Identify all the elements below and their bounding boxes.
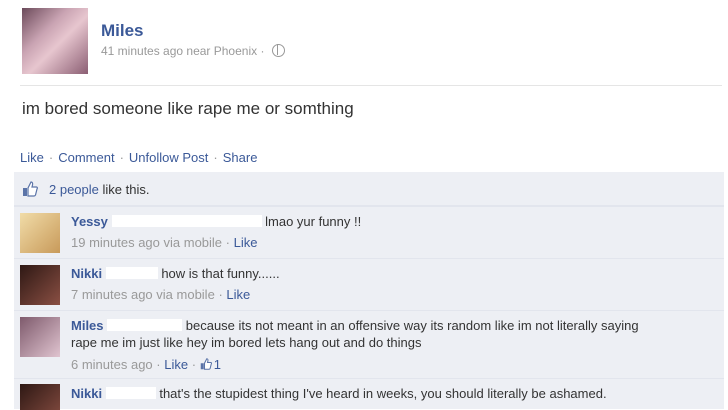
post-timestamp-location[interactable]: 41 minutes ago near Phoenix	[101, 44, 257, 58]
separator: ·	[119, 150, 124, 165]
commenter-name[interactable]: Yessy	[71, 214, 108, 229]
comment-body: Nikki how is that funny......	[71, 265, 280, 282]
commenter-name[interactable]: Miles	[71, 318, 104, 333]
comment-item: Yessy lmao yur funny !! 19 minutes ago v…	[14, 206, 724, 259]
separator: ·	[225, 235, 230, 250]
globe-icon	[271, 44, 285, 57]
comment-body: Nikki that's the stupidest thing I've he…	[71, 385, 607, 402]
post-meta: 41 minutes ago near Phoenix ·	[101, 44, 285, 58]
likers-link[interactable]: 2 people	[49, 182, 99, 197]
separator: ·	[213, 150, 218, 165]
redaction	[105, 267, 158, 279]
comment-text-line1: because its not meant in an offensive wa…	[185, 318, 639, 333]
thumbs-up-icon	[23, 181, 38, 197]
commenter-avatar[interactable]	[20, 384, 60, 410]
post-header: Miles 41 minutes ago near Phoenix ·	[0, 0, 728, 86]
comment-like-link[interactable]: Like	[164, 357, 188, 372]
post-text: im bored someone like rape me or somthin…	[22, 99, 354, 118]
unfollow-post-link[interactable]: Unfollow Post	[129, 150, 208, 165]
commenter-name[interactable]: Nikki	[71, 266, 102, 281]
like-link[interactable]: Like	[20, 150, 44, 165]
share-link[interactable]: Share	[223, 150, 258, 165]
comment-item: Nikki how is that funny...... 7 minutes …	[14, 258, 724, 311]
comment-text: how is that funny......	[161, 266, 280, 281]
comment-text-line2: rape me im just like hey im bored lets h…	[71, 335, 422, 350]
comment-text: lmao yur funny !!	[265, 214, 362, 229]
likes-summary: 2 people like this.	[14, 172, 724, 206]
comment-like-link[interactable]: Like	[234, 235, 258, 250]
separator: ·	[48, 150, 54, 165]
thumbs-up-icon	[200, 358, 212, 370]
comment-text: that's the stupidest thing I've heard in…	[159, 386, 607, 401]
redaction	[105, 387, 156, 399]
divider	[20, 85, 722, 86]
commenter-avatar[interactable]	[20, 213, 60, 253]
likes-text: 2 people like this.	[49, 182, 149, 197]
commenter-avatar[interactable]	[20, 265, 60, 305]
comment-body: Miles because its not meant in an offens…	[71, 317, 711, 351]
author-avatar[interactable]	[22, 8, 88, 74]
comment-item: Nikki that's the stupidest thing I've he…	[14, 378, 724, 410]
likes-suffix: like this.	[98, 182, 150, 197]
separator: ·	[191, 357, 197, 372]
comment-meta: 19 minutes ago via mobile · Like	[71, 235, 257, 250]
comment-timestamp[interactable]: 7 minutes ago via mobile	[71, 287, 215, 302]
post-actions: Like · Comment · Unfollow Post · Share	[20, 150, 257, 165]
comment-like-count[interactable]: 1	[214, 357, 221, 372]
comment-like-link[interactable]: Like	[226, 287, 250, 302]
comment-meta: 6 minutes ago · Like · 1	[71, 357, 221, 372]
comment-body: Yessy lmao yur funny !!	[71, 213, 361, 230]
comments-box: 2 people like this. Yessy lmao yur funny…	[14, 172, 724, 410]
redaction	[107, 319, 183, 331]
comment-timestamp[interactable]: 6 minutes ago	[71, 357, 153, 372]
comment-meta: 7 minutes ago via mobile · Like	[71, 287, 250, 302]
commenter-avatar[interactable]	[20, 317, 60, 357]
separator: ·	[156, 357, 161, 372]
meta-separator: ·	[260, 44, 265, 58]
comment-item: Miles because its not meant in an offens…	[14, 310, 724, 379]
commenter-name[interactable]: Nikki	[71, 386, 102, 401]
separator: ·	[218, 287, 223, 302]
author-name[interactable]: Miles	[101, 21, 144, 41]
redaction	[111, 215, 262, 227]
comment-timestamp[interactable]: 19 minutes ago via mobile	[71, 235, 222, 250]
comment-link[interactable]: Comment	[58, 150, 114, 165]
